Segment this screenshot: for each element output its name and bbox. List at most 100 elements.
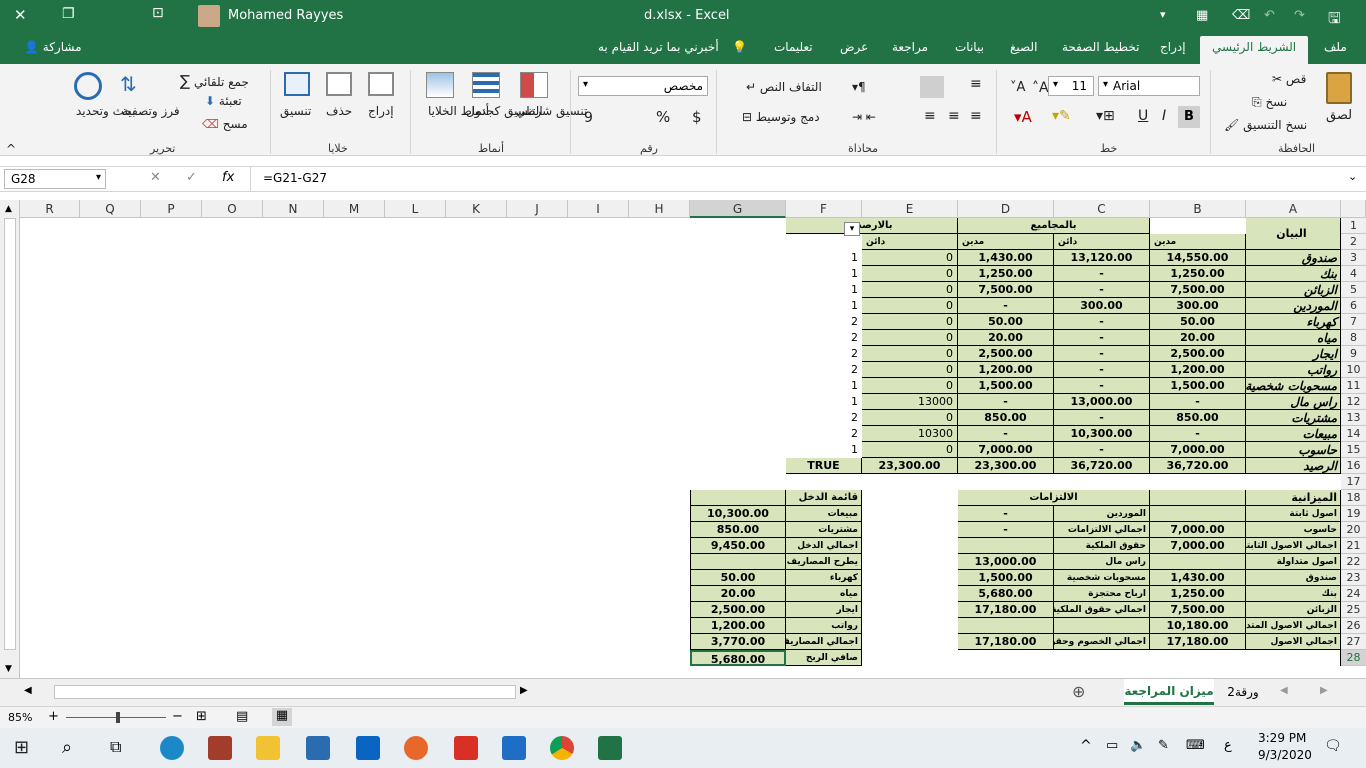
column-header[interactable]: E: [862, 200, 958, 218]
currency-button[interactable]: $: [692, 108, 702, 126]
income-label[interactable]: مشتريات: [786, 522, 862, 538]
credit-balance[interactable]: 0: [862, 298, 958, 314]
class-cell[interactable]: 2: [786, 314, 862, 330]
liability-value[interactable]: [958, 618, 1054, 634]
account-label[interactable]: مسحوبات شخصية: [1246, 378, 1341, 394]
debit-balance[interactable]: 850.00: [958, 410, 1054, 426]
credit-total[interactable]: -: [1054, 362, 1150, 378]
scroll-down-icon[interactable]: ▼: [5, 664, 12, 674]
debit-total[interactable]: 7,500.00: [1150, 282, 1246, 298]
sheet-tab-active[interactable]: ميزان المراجعة: [1124, 679, 1214, 705]
asset-label[interactable]: الزبائن: [1246, 602, 1341, 618]
align-right-icon[interactable]: ≡: [970, 108, 982, 124]
credit-balance[interactable]: 0: [862, 250, 958, 266]
formula-input[interactable]: =G21-G27: [250, 167, 1342, 191]
debit-balance[interactable]: 1,430.00: [958, 250, 1054, 266]
percent-button[interactable]: %: [656, 108, 670, 126]
column-header[interactable]: L: [385, 200, 446, 218]
row-header[interactable]: 22: [1341, 554, 1366, 570]
liability-label[interactable]: اجمالي حقوق الملكية: [1054, 602, 1150, 618]
tab-help[interactable]: تعليمات: [774, 40, 813, 54]
credit-balance[interactable]: 0: [862, 314, 958, 330]
header-cell[interactable]: دائن: [862, 234, 958, 250]
debit-total[interactable]: -: [1150, 426, 1246, 442]
account-label[interactable]: مياه: [1246, 330, 1341, 346]
credit-total[interactable]: -: [1054, 410, 1150, 426]
column-header[interactable]: N: [263, 200, 324, 218]
row-header[interactable]: 23: [1341, 570, 1366, 586]
column-header[interactable]: B: [1150, 200, 1246, 218]
app-icon[interactable]: [306, 736, 330, 760]
debit-total[interactable]: 36,720.00: [1150, 458, 1246, 474]
column-header[interactable]: R: [20, 200, 80, 218]
debit-balance[interactable]: -: [958, 426, 1054, 442]
asset-label[interactable]: بنك: [1246, 586, 1341, 602]
column-header[interactable]: F: [786, 200, 862, 218]
align-center-icon[interactable]: ≡: [948, 108, 960, 124]
class-cell[interactable]: 1: [786, 378, 862, 394]
page-layout-view-icon[interactable]: ▤: [236, 709, 248, 724]
firefox-icon[interactable]: [404, 736, 428, 760]
credit-balance[interactable]: 0: [862, 410, 958, 426]
column-header[interactable]: D: [958, 200, 1054, 218]
asset-label[interactable]: حاسوب: [1246, 522, 1341, 538]
outlook-icon[interactable]: [356, 736, 380, 760]
cell[interactable]: [690, 490, 786, 506]
row-header[interactable]: 7: [1341, 314, 1366, 330]
task-view-icon[interactable]: ⧉: [110, 737, 121, 757]
media-player-icon[interactable]: [502, 736, 526, 760]
income-label[interactable]: مبيعات: [786, 506, 862, 522]
header-cell[interactable]: البيان: [1246, 218, 1341, 250]
row-header[interactable]: 3: [1341, 250, 1366, 266]
sheet-tab[interactable]: ورقة2: [1220, 679, 1266, 705]
tab-data[interactable]: بيانات: [955, 40, 984, 54]
find-icon[interactable]: [74, 72, 102, 100]
underline-button[interactable]: U: [1138, 108, 1148, 124]
income-label[interactable]: رواتب: [786, 618, 862, 634]
header-cell[interactable]: دائن: [1054, 234, 1150, 250]
horizontal-scrollbar[interactable]: [54, 685, 516, 699]
credit-total[interactable]: -: [1054, 346, 1150, 362]
liability-label[interactable]: حقوق الملكية: [1054, 538, 1150, 554]
vertical-scrollbar[interactable]: ▲ ▼: [0, 200, 20, 678]
row-header[interactable]: 21: [1341, 538, 1366, 554]
debit-total[interactable]: 1,250.00: [1150, 266, 1246, 282]
tab-home[interactable]: الشريط الرئيسي: [1200, 36, 1309, 64]
credit-total[interactable]: 10,300.00: [1054, 426, 1150, 442]
language-indicator[interactable]: ع: [1224, 738, 1232, 753]
asset-value[interactable]: [1150, 554, 1246, 570]
column-header[interactable]: P: [141, 200, 202, 218]
account-label[interactable]: راس مال: [1246, 394, 1341, 410]
tab-file[interactable]: ملف: [1324, 40, 1347, 54]
debit-balance[interactable]: -: [958, 298, 1054, 314]
class-cell[interactable]: 1: [786, 282, 862, 298]
column-header[interactable]: G: [690, 200, 786, 218]
debit-total[interactable]: 1,500.00: [1150, 378, 1246, 394]
row-header[interactable]: 13: [1341, 410, 1366, 426]
asset-label[interactable]: اجمالي الاصول الثابتة: [1246, 538, 1341, 554]
asset-label[interactable]: اجمالي الاصول المتداولة: [1246, 618, 1341, 634]
liability-value[interactable]: -: [958, 506, 1054, 522]
liability-value[interactable]: 17,180.00: [958, 634, 1054, 650]
account-label[interactable]: رواتب: [1246, 362, 1341, 378]
account-label[interactable]: الموردين: [1246, 298, 1341, 314]
income-value[interactable]: 9,450.00: [690, 538, 786, 554]
income-label[interactable]: كهرباء: [786, 570, 862, 586]
debit-total[interactable]: 20.00: [1150, 330, 1246, 346]
income-value[interactable]: 1,200.00: [690, 618, 786, 634]
normal-view-icon[interactable]: ▦: [272, 708, 292, 726]
debit-balance[interactable]: 1,200.00: [958, 362, 1054, 378]
liability-value[interactable]: 17,180.00: [958, 602, 1054, 618]
avatar[interactable]: [198, 5, 220, 27]
credit-balance[interactable]: 0: [862, 362, 958, 378]
income-value[interactable]: 2,500.00: [690, 602, 786, 618]
header-cell[interactable]: بالمجاميع: [958, 218, 1150, 234]
debit-total[interactable]: 300.00: [1150, 298, 1246, 314]
align-top-icon[interactable]: ≡: [970, 76, 982, 92]
scroll-up-icon[interactable]: ▲: [5, 204, 12, 214]
income-value[interactable]: 10,300.00: [690, 506, 786, 522]
liability-label[interactable]: الموردين: [1054, 506, 1150, 522]
account-label[interactable]: بنك: [1246, 266, 1341, 282]
check-cell[interactable]: TRUE: [786, 458, 862, 474]
class-cell[interactable]: 2: [786, 362, 862, 378]
